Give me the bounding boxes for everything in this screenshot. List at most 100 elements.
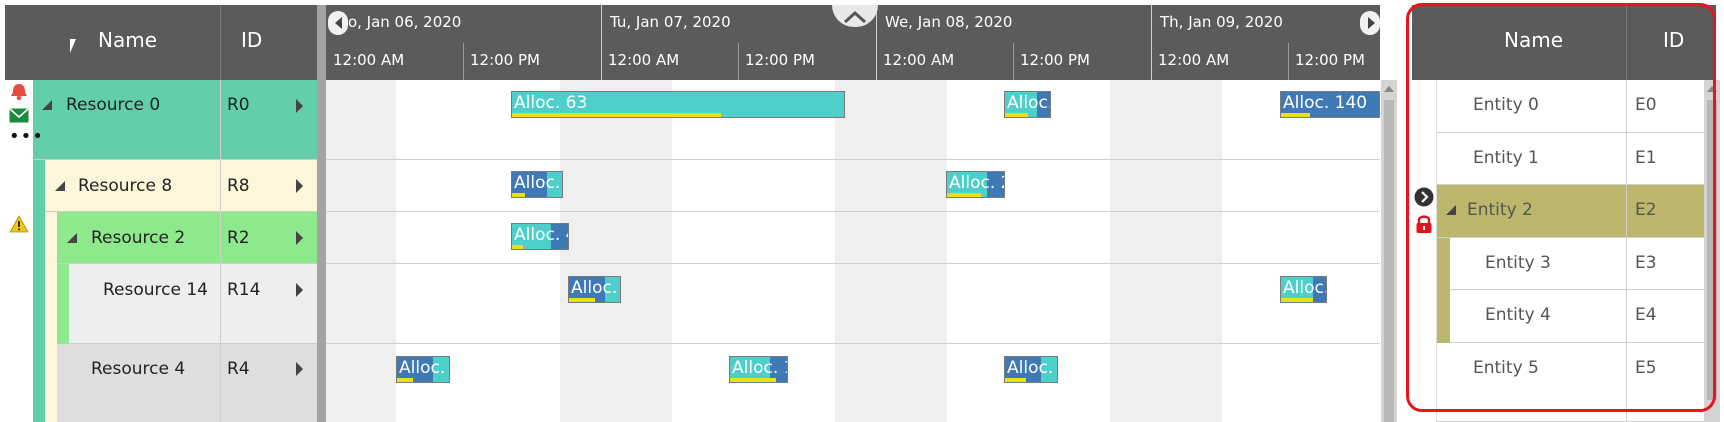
collapse-toggle-icon[interactable] [1446, 205, 1456, 215]
timeline-hour-tick [738, 43, 739, 80]
non-working-band [1110, 80, 1222, 422]
resource-name: Resource 4 [91, 359, 186, 379]
resource-id: R2 [227, 228, 250, 248]
non-working-band [326, 80, 396, 422]
resource-name: Resource 0 [66, 95, 161, 115]
warning-icon[interactable] [9, 215, 29, 237]
mail-icon[interactable] [9, 108, 29, 127]
table-row[interactable] [69, 264, 317, 344]
chevron-left-icon [335, 17, 342, 29]
left-grid-header [5, 5, 319, 80]
timeline-hour-label: 12:00 PM [470, 51, 540, 69]
left-grid-splitter[interactable] [317, 5, 326, 422]
allocation-progress [397, 378, 413, 382]
resource-id: R14 [227, 280, 261, 300]
more-icon[interactable]: ••• [9, 128, 44, 146]
allocation-bar[interactable]: Alloc. 2 [946, 171, 1005, 198]
timeline-hour-label: 12:00 PM [1020, 51, 1090, 69]
allocation-bar[interactable]: Alloc. 140 [1280, 91, 1380, 118]
allocation-bar[interactable]: Alloc. [1004, 356, 1058, 383]
resource-name: Resource 8 [78, 176, 173, 196]
row-arrow-icon[interactable] [296, 179, 303, 193]
allocation-label: Alloc. [514, 173, 561, 193]
allocation-bar[interactable]: Alloc. [511, 171, 563, 198]
timeline-hour-tick [463, 43, 464, 80]
timeline-hour-tick [1288, 43, 1289, 80]
entity-id: E1 [1635, 148, 1657, 168]
allocation-bar[interactable]: Alloc. 63 [511, 91, 845, 118]
entity-id: E5 [1635, 358, 1657, 378]
allocation-label: Alloc. [1007, 358, 1054, 378]
row-arrow-icon[interactable] [296, 362, 303, 376]
resource-name: Resource 2 [91, 228, 186, 248]
right-column-header-name[interactable]: Name [1504, 28, 1563, 52]
collapse-toggle-icon[interactable] [67, 233, 77, 243]
allocation-bar[interactable]: Alloc. 4 [511, 223, 569, 250]
chevron-right-icon [1368, 17, 1375, 29]
row-arrow-icon[interactable] [296, 99, 303, 113]
allocation-progress [512, 193, 525, 197]
left-column-header-name[interactable]: Name [98, 28, 157, 52]
allocation-label: Alloc. 63 [514, 93, 588, 113]
left-grid-header-divider [220, 5, 221, 80]
table-row[interactable] [57, 344, 317, 422]
table-row[interactable] [33, 80, 317, 160]
timeline-hour-label: 12:00 AM [1158, 51, 1230, 69]
bell-icon[interactable] [9, 83, 29, 105]
timeline-hour-label: 12:00 AM [883, 51, 955, 69]
allocation-progress [1281, 113, 1311, 117]
right-indicator-column [1412, 80, 1437, 422]
entity-name: Entity 5 [1473, 358, 1539, 378]
allocation-label: Alloc. 2 [949, 173, 1004, 193]
right-scroll-up-arrow[interactable] [1707, 86, 1717, 92]
allocation-label: Alloc. 1 [732, 358, 787, 378]
timeline-hour-label: 12:00 AM [333, 51, 405, 69]
timeline-row-divider [326, 159, 1380, 160]
allocation-label: Alloc. [1007, 93, 1051, 113]
allocation-bar[interactable]: Alloc. [1004, 91, 1051, 118]
entity-row[interactable] [1437, 238, 1704, 290]
allocation-bar[interactable]: Alloc. [1280, 276, 1327, 303]
entity-id: E4 [1635, 305, 1657, 325]
timeline-row-divider [326, 263, 1380, 264]
allocation-bar[interactable]: Alloc. [568, 276, 621, 303]
allocation-progress [512, 245, 524, 249]
timeline-row-divider [326, 343, 1380, 344]
allocation-label: Alloc. [571, 278, 618, 298]
scroll-thumb[interactable] [1384, 100, 1394, 422]
left-grid-column-divider [220, 80, 221, 422]
allocation-progress [1281, 298, 1313, 302]
row-arrow-icon[interactable] [296, 283, 303, 297]
right-column-header-id[interactable]: ID [1663, 28, 1684, 52]
scroll-up-arrow[interactable] [1384, 86, 1394, 92]
lock-icon[interactable] [1415, 214, 1433, 238]
allocation-progress [569, 298, 595, 302]
timeline-row-divider [326, 211, 1380, 212]
chevron-right-circle-icon[interactable] [1414, 187, 1434, 211]
allocation-bar[interactable]: Alloc. 1 [729, 356, 788, 383]
entity-row[interactable] [1437, 343, 1704, 422]
timeline-hour-label: 12:00 PM [1295, 51, 1365, 69]
allocation-bar[interactable]: Alloc. [396, 356, 450, 383]
timeline-day-label: Mo, Jan 06, 2020 [335, 13, 462, 31]
entity-id: E2 [1635, 200, 1657, 220]
entity-name: Entity 4 [1485, 305, 1551, 325]
right-grid-header-divider [1626, 5, 1627, 80]
chevron-up-icon [843, 9, 867, 28]
timeline-hour-tick [1013, 43, 1014, 80]
entity-name: Entity 3 [1485, 253, 1551, 273]
right-scroll-thumb[interactable] [1707, 100, 1717, 400]
entity-id: E3 [1635, 253, 1657, 273]
non-working-band [560, 80, 672, 422]
left-column-header-id[interactable]: ID [241, 28, 262, 52]
resource-id: R0 [227, 95, 250, 115]
entity-id: E0 [1635, 95, 1657, 115]
collapse-toggle-icon[interactable] [42, 100, 52, 110]
collapse-toggle-icon[interactable] [55, 181, 65, 191]
timeline-hour-label: 12:00 PM [745, 51, 815, 69]
resource-name: Resource 14 [103, 280, 208, 300]
row-arrow-icon[interactable] [296, 231, 303, 245]
allocation-progress [947, 193, 982, 197]
resource-id: R4 [227, 359, 250, 379]
entity-row[interactable] [1437, 290, 1704, 343]
